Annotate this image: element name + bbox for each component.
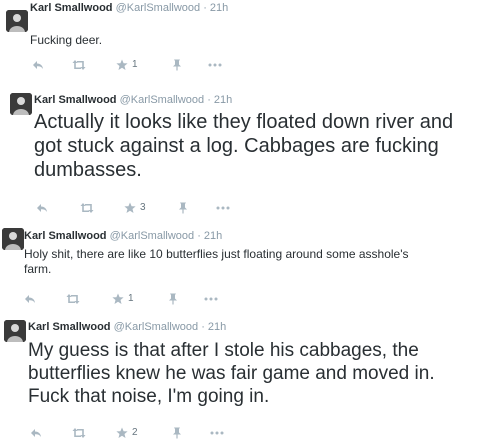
save-button[interactable] — [172, 426, 182, 440]
tweet[interactable]: Karl Smallwood @KarlSmallwood · 21h Actu… — [0, 78, 500, 215]
separator: · — [203, 2, 207, 14]
tweet-text: Actually it looks like they floated down… — [34, 111, 454, 181]
save-button[interactable] — [168, 292, 178, 306]
star-icon — [124, 202, 136, 213]
star-icon — [116, 427, 128, 438]
retweet-icon — [72, 428, 86, 438]
reply-button[interactable] — [36, 201, 48, 215]
tweet-text: Holy shit, there are like 10 butterflies… — [24, 247, 409, 276]
author-name[interactable]: Karl Smallwood — [30, 2, 113, 14]
timestamp[interactable]: 21h — [210, 2, 228, 14]
tweet-actions: 3 — [36, 201, 236, 215]
retweet-button[interactable] — [80, 201, 94, 215]
favorite-count: 3 — [140, 202, 146, 213]
more-icon — [210, 431, 224, 435]
tweet-actions: 1 — [24, 292, 224, 306]
tweet[interactable]: Karl Smallwood @KarlSmallwood · 21h Holy… — [0, 214, 500, 309]
favorite-count: 2 — [132, 427, 138, 438]
retweet-icon — [72, 60, 86, 70]
more-icon — [208, 63, 222, 67]
reply-button[interactable] — [30, 426, 42, 440]
avatar[interactable] — [2, 228, 24, 250]
more-button[interactable] — [204, 292, 218, 306]
star-icon — [112, 293, 124, 304]
timestamp[interactable]: 21h — [214, 94, 232, 106]
more-button[interactable] — [216, 201, 230, 215]
avatar[interactable] — [10, 93, 32, 115]
separator: · — [197, 230, 201, 242]
save-button[interactable] — [178, 201, 188, 215]
reply-icon — [33, 61, 43, 69]
author-handle[interactable]: @KarlSmallwood — [114, 321, 199, 333]
tweet-text: My guess is that after I stole his cabba… — [28, 340, 435, 407]
save-button[interactable] — [172, 58, 182, 72]
pin-icon — [169, 293, 177, 305]
retweet-button[interactable] — [72, 58, 86, 72]
author-name[interactable]: Karl Smallwood — [28, 321, 111, 333]
favorite-button[interactable]: 1 — [116, 58, 138, 72]
pin-icon — [173, 427, 181, 439]
retweet-button[interactable] — [72, 426, 86, 440]
favorite-count: 1 — [132, 59, 138, 70]
timestamp[interactable]: 21h — [204, 230, 222, 242]
tweet-actions: 2 — [30, 426, 230, 440]
pin-icon — [173, 59, 181, 71]
timestamp[interactable]: 21h — [208, 321, 226, 333]
author-name[interactable]: Karl Smallwood — [34, 94, 117, 106]
pin-icon — [179, 202, 187, 214]
tweet[interactable]: Karl Smallwood @KarlSmallwood · 21h Fuck… — [0, 0, 500, 79]
reply-icon — [37, 204, 47, 212]
separator: · — [201, 321, 205, 333]
retweet-button[interactable] — [66, 292, 80, 306]
reply-icon — [25, 295, 35, 303]
favorite-count: 1 — [128, 293, 134, 304]
author-handle[interactable]: @KarlSmallwood — [120, 94, 205, 106]
reply-button[interactable] — [24, 292, 36, 306]
reply-icon — [31, 429, 41, 437]
favorite-button[interactable]: 1 — [112, 292, 134, 306]
author-handle[interactable]: @KarlSmallwood — [116, 2, 201, 14]
reply-button[interactable] — [32, 58, 44, 72]
more-button[interactable] — [210, 426, 224, 440]
retweet-icon — [66, 294, 80, 304]
more-icon — [204, 297, 218, 301]
more-icon — [216, 206, 230, 210]
retweet-icon — [80, 203, 94, 213]
tweet-text: Fucking deer. — [30, 33, 103, 47]
favorite-button[interactable]: 3 — [124, 201, 146, 215]
star-icon — [116, 59, 128, 70]
avatar[interactable] — [4, 320, 26, 342]
favorite-button[interactable]: 2 — [116, 426, 138, 440]
tweet[interactable]: Karl Smallwood @KarlSmallwood · 21h My g… — [0, 308, 500, 448]
separator: · — [207, 94, 211, 106]
avatar[interactable] — [6, 10, 28, 32]
tweet-actions: 1 — [32, 58, 232, 72]
more-button[interactable] — [208, 58, 222, 72]
author-handle[interactable]: @KarlSmallwood — [110, 230, 195, 242]
author-name[interactable]: Karl Smallwood — [24, 230, 107, 242]
